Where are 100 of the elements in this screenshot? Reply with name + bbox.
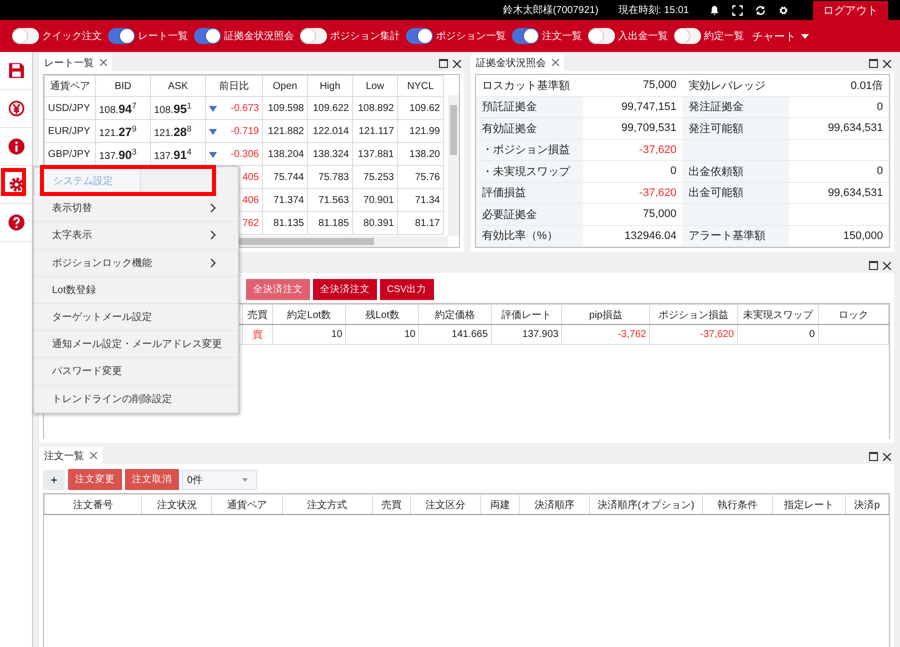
toggle-label[interactable]: ポジション集計	[330, 29, 400, 43]
price-value: 75.744	[273, 172, 304, 182]
panel-tab[interactable]: 証拠金状況照会	[471, 54, 564, 71]
menu-item[interactable]: Lot数登録	[34, 276, 238, 304]
toggle-switch[interactable]	[674, 28, 701, 44]
chart-menu[interactable]: チャート	[750, 28, 811, 44]
yen-icon[interactable]	[8, 100, 24, 117]
menu-item[interactable]: 表示切替	[34, 195, 238, 222]
price-value: 109.622	[312, 102, 349, 114]
column-header: 未実現スワップ	[737, 304, 818, 324]
toggle-switch[interactable]	[194, 28, 221, 44]
column-header: 決済順序(オプション)	[589, 494, 703, 514]
scrollbar[interactable]	[448, 95, 459, 236]
toggle-switch[interactable]	[588, 28, 615, 44]
price-value: 70.901	[363, 194, 394, 206]
field-label: 有効比率（%）	[482, 230, 558, 242]
price-value: 138.204	[268, 148, 304, 160]
close-icon[interactable]	[883, 452, 891, 460]
field-label: 出金可能額	[688, 187, 744, 200]
field-label: アラート基準額	[688, 230, 766, 242]
column-header: 前日比	[206, 76, 262, 96]
toggle-switch[interactable]	[108, 28, 135, 44]
add-button[interactable]: +	[43, 470, 65, 490]
panel-tab[interactable]: レート一覧	[39, 54, 112, 71]
column-header: ASK	[150, 76, 206, 96]
panel-tab[interactable]: 注文一覧	[39, 447, 102, 464]
action-button[interactable]: 全決済注文	[313, 279, 377, 300]
maximize-icon[interactable]	[869, 452, 878, 461]
bell-icon[interactable]	[709, 4, 720, 16]
column-header: 約定Lot数	[272, 304, 346, 324]
change-value: 762	[242, 218, 259, 228]
column-header: 約定価格	[418, 304, 492, 324]
price-value: 121.117	[358, 126, 394, 136]
close-icon[interactable]	[100, 59, 107, 66]
ask-price: 121.28$^{8}$	[154, 128, 192, 139]
column-header: BID	[96, 76, 150, 96]
help-icon[interactable]	[8, 214, 24, 231]
logout-button[interactable]: ログアウト	[813, 0, 888, 20]
field-label: 預託証拠金	[482, 101, 537, 114]
refresh-icon[interactable]	[755, 4, 766, 16]
bid-price: 137.90$^{3}$	[99, 150, 136, 162]
toggle-label[interactable]: 証拠金状況照会	[224, 29, 294, 43]
menu-item[interactable]: パスワード変更	[34, 358, 238, 386]
toggle-label[interactable]: 約定一覧	[704, 29, 744, 43]
toggle-switch[interactable]	[406, 28, 433, 44]
toggle-label[interactable]: 注文一覧	[542, 29, 582, 43]
menu-item[interactable]: ポジションロック機能	[34, 250, 238, 277]
menu-item[interactable]: トレンドラインの削除設定	[34, 386, 238, 413]
field-label: 発注可能額	[688, 122, 744, 135]
maximize-icon[interactable]	[439, 59, 448, 68]
price-value: 109.62	[409, 102, 440, 114]
price-value: 108.892	[358, 102, 394, 114]
action-button[interactable]: 注文変更	[68, 469, 122, 490]
column-header: 決済p	[845, 494, 888, 514]
field-value: 150,000	[843, 230, 883, 242]
price-value: 75.783	[318, 172, 349, 182]
toggle-switch[interactable]	[12, 28, 39, 44]
price-value: 71.374	[273, 194, 304, 206]
field-label: ・ポジション損益	[482, 144, 570, 156]
current-time: 現在時刻: 15:01	[618, 4, 689, 17]
toggle-label[interactable]: ポジション一覧	[436, 29, 506, 43]
fullscreen-icon[interactable]	[732, 4, 743, 16]
field-value: 99,634,531	[828, 186, 883, 199]
close-icon[interactable]	[453, 60, 461, 68]
field-value: 99,634,531	[828, 122, 883, 134]
change-value: -0.673	[230, 102, 259, 114]
action-button[interactable]: CSV出力	[380, 279, 434, 300]
toggle-switch[interactable]	[512, 28, 539, 44]
maximize-icon[interactable]	[869, 261, 878, 270]
column-header: 注文番号	[44, 494, 142, 514]
field-value: 0	[876, 100, 883, 113]
count-dropdown[interactable]: 0件	[182, 470, 257, 490]
close-icon[interactable]	[552, 59, 559, 66]
column-header: 売買	[242, 304, 272, 324]
price-value: 71.34	[414, 194, 440, 206]
toggle-switch[interactable]	[300, 28, 327, 44]
info-icon[interactable]	[8, 138, 24, 155]
column-header: 通貨ペア	[44, 76, 96, 96]
toggle-label[interactable]: レート一覧	[138, 29, 188, 43]
close-icon[interactable]	[883, 262, 891, 270]
column-header: NYCL	[398, 76, 444, 96]
price-value: 75.76	[414, 172, 440, 182]
column-header: 売買	[372, 494, 411, 514]
price-value: 80.391	[363, 218, 394, 228]
table-cell: 141.665	[452, 329, 488, 340]
close-icon[interactable]	[883, 60, 891, 68]
menu-item[interactable]: ターゲットメール設定	[34, 304, 238, 332]
currency-pair: GBP/JPY	[48, 148, 90, 160]
toggle-label[interactable]: 入出金一覧	[618, 29, 668, 43]
action-button[interactable]: 全決済注文	[246, 279, 310, 300]
menu-item[interactable]: 太字表示	[34, 222, 238, 250]
column-header: 両建	[480, 494, 520, 514]
field-label: 実効レバレッジ	[688, 80, 766, 92]
save-icon[interactable]	[8, 62, 24, 79]
action-button[interactable]: 注文取消	[125, 469, 179, 490]
close-icon[interactable]	[90, 452, 97, 459]
toggle-label[interactable]: クイック注文	[42, 29, 102, 43]
maximize-icon[interactable]	[869, 59, 878, 68]
menu-item[interactable]: 通知メール設定・メールアドレス変更	[34, 331, 238, 358]
ask-price: 108.95$^{1}$	[154, 104, 192, 116]
